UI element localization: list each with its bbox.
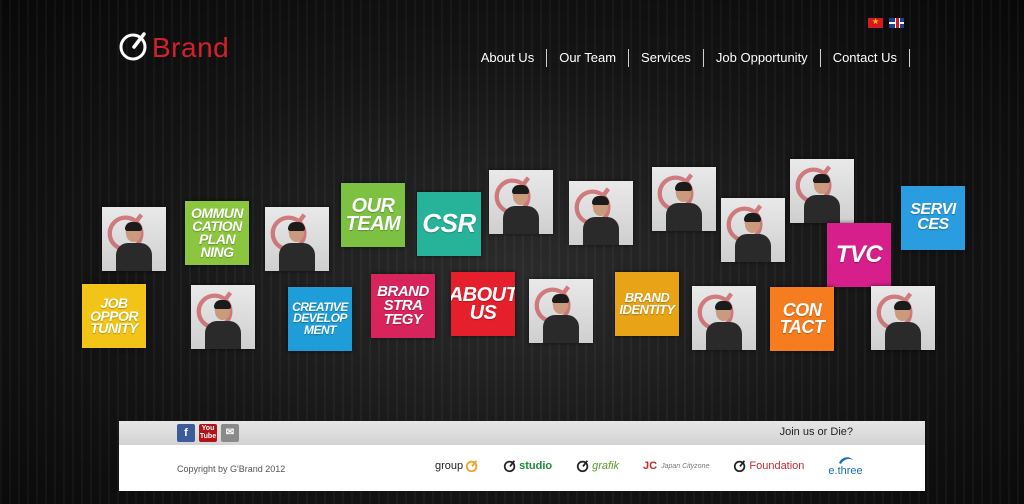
footer: f You Tube ✉ Join us or Die? Copyright b…	[119, 421, 925, 491]
tile-job-oppor-tunity[interactable]: JOB OPPOR TUNITY	[82, 284, 146, 348]
person-body	[116, 243, 152, 271]
person-hair	[813, 174, 830, 183]
person-hair	[894, 301, 911, 310]
team-member-9-photo[interactable]	[529, 279, 593, 343]
tile-about-us[interactable]: ABOUT US	[451, 272, 515, 336]
partner-group-label: group	[435, 460, 464, 472]
tile-label: CREATIVE DEVELOP MENT	[292, 300, 348, 337]
g-logo-icon	[504, 460, 516, 473]
tile-ommun-cation-plan-ning[interactable]: OMMUN CATION PLAN NING	[185, 201, 249, 265]
partner-studio-label: studio	[519, 460, 553, 472]
partner-jc[interactable]: JC Japan Cityzone	[643, 460, 709, 472]
partner-foundation-label: Foundation	[749, 460, 805, 472]
person-hair	[512, 185, 529, 194]
team-member-1-photo[interactable]	[102, 207, 166, 271]
social-links: f You Tube ✉	[177, 424, 239, 442]
person-hair	[715, 301, 732, 310]
g-logo-icon	[466, 460, 478, 473]
person-hair	[592, 196, 609, 205]
tile-servi-ces[interactable]: SERVI CES	[901, 186, 965, 250]
team-member-3-photo[interactable]	[489, 170, 553, 234]
tile-brand-stra-tegy[interactable]: BRAND STRA TEGY	[371, 274, 435, 338]
tile-label: JOB OPPOR TUNITY	[89, 294, 139, 337]
footer-bar: f You Tube ✉ Join us or Die?	[119, 421, 925, 445]
team-member-7-photo[interactable]	[790, 159, 854, 223]
tile-label: OMMUN CATION PLAN NING	[191, 205, 243, 260]
partner-group[interactable]: group	[435, 459, 479, 473]
team-member-2-photo[interactable]	[265, 207, 329, 271]
partner-jc-sub: Japan Cityzone	[661, 462, 710, 470]
person-body	[885, 322, 921, 350]
person-hair	[675, 182, 692, 191]
g-logo-icon	[734, 460, 746, 473]
person-body	[666, 203, 702, 231]
partner-logos: group studio grafik JC Japan Cityzone Fo…	[435, 455, 887, 477]
person-body	[706, 322, 742, 350]
tile-label: CON TACT	[779, 300, 825, 337]
partner-grafik[interactable]: grafik	[576, 459, 619, 473]
join-us-link[interactable]: Join us or Die?	[780, 426, 853, 438]
person-hair	[125, 222, 142, 231]
tile-label: ABOUT US	[451, 283, 515, 324]
team-member-4-photo[interactable]	[569, 181, 633, 245]
team-member-10-photo[interactable]	[692, 286, 756, 350]
team-member-5-photo[interactable]	[652, 167, 716, 231]
partner-jc-label: JC	[643, 460, 658, 472]
email-icon[interactable]: ✉	[221, 424, 239, 442]
person-body	[583, 217, 619, 245]
partner-foundation[interactable]: Foundation	[733, 459, 804, 473]
tile-label: OUR TEAM	[345, 194, 401, 235]
tile-mosaic: OMMUN CATION PLAN NING OUR TEAM CSR SERVI C…	[0, 0, 1024, 420]
partner-ethree-label: e.three	[828, 465, 863, 477]
tile-label: BRAND IDENTITY	[619, 290, 675, 317]
person-hair	[552, 294, 569, 303]
tile-csr[interactable]: CSR	[417, 192, 481, 256]
person-hair	[288, 222, 305, 231]
person-body	[205, 321, 241, 349]
tile-label: SERVI CES	[910, 201, 956, 233]
partner-grafik-label: grafik	[592, 460, 620, 472]
copyright-text: Copyright by G'Brand 2012	[177, 464, 286, 474]
facebook-icon[interactable]: f	[177, 424, 195, 442]
person-hair	[214, 300, 231, 309]
tile-creative-develop-ment[interactable]: CREATIVE DEVELOP MENT	[288, 287, 352, 351]
tile-tvc[interactable]: TVC	[827, 223, 891, 287]
partner-ethree[interactable]: e.three	[828, 455, 863, 477]
team-member-6-photo[interactable]	[721, 198, 785, 262]
tile-label: BRAND STRA TEGY	[377, 283, 429, 328]
team-member-11-photo[interactable]	[871, 286, 935, 350]
person-body	[543, 315, 579, 343]
partner-studio[interactable]: studio	[503, 459, 552, 473]
g-logo-icon	[577, 460, 589, 473]
tile-label: CSR	[422, 208, 476, 239]
person-body	[735, 234, 771, 262]
person-hair	[744, 213, 761, 222]
youtube-icon[interactable]: You Tube	[199, 424, 217, 442]
person-body	[503, 206, 539, 234]
tile-label: TVC	[835, 240, 883, 268]
person-body	[804, 195, 840, 223]
team-member-8-photo[interactable]	[191, 285, 255, 349]
tile-con-tact[interactable]: CON TACT	[770, 287, 834, 351]
tile-brand-identity[interactable]: BRAND IDENTITY	[615, 272, 679, 336]
tile-our-team[interactable]: OUR TEAM	[341, 183, 405, 247]
person-body	[279, 243, 315, 271]
